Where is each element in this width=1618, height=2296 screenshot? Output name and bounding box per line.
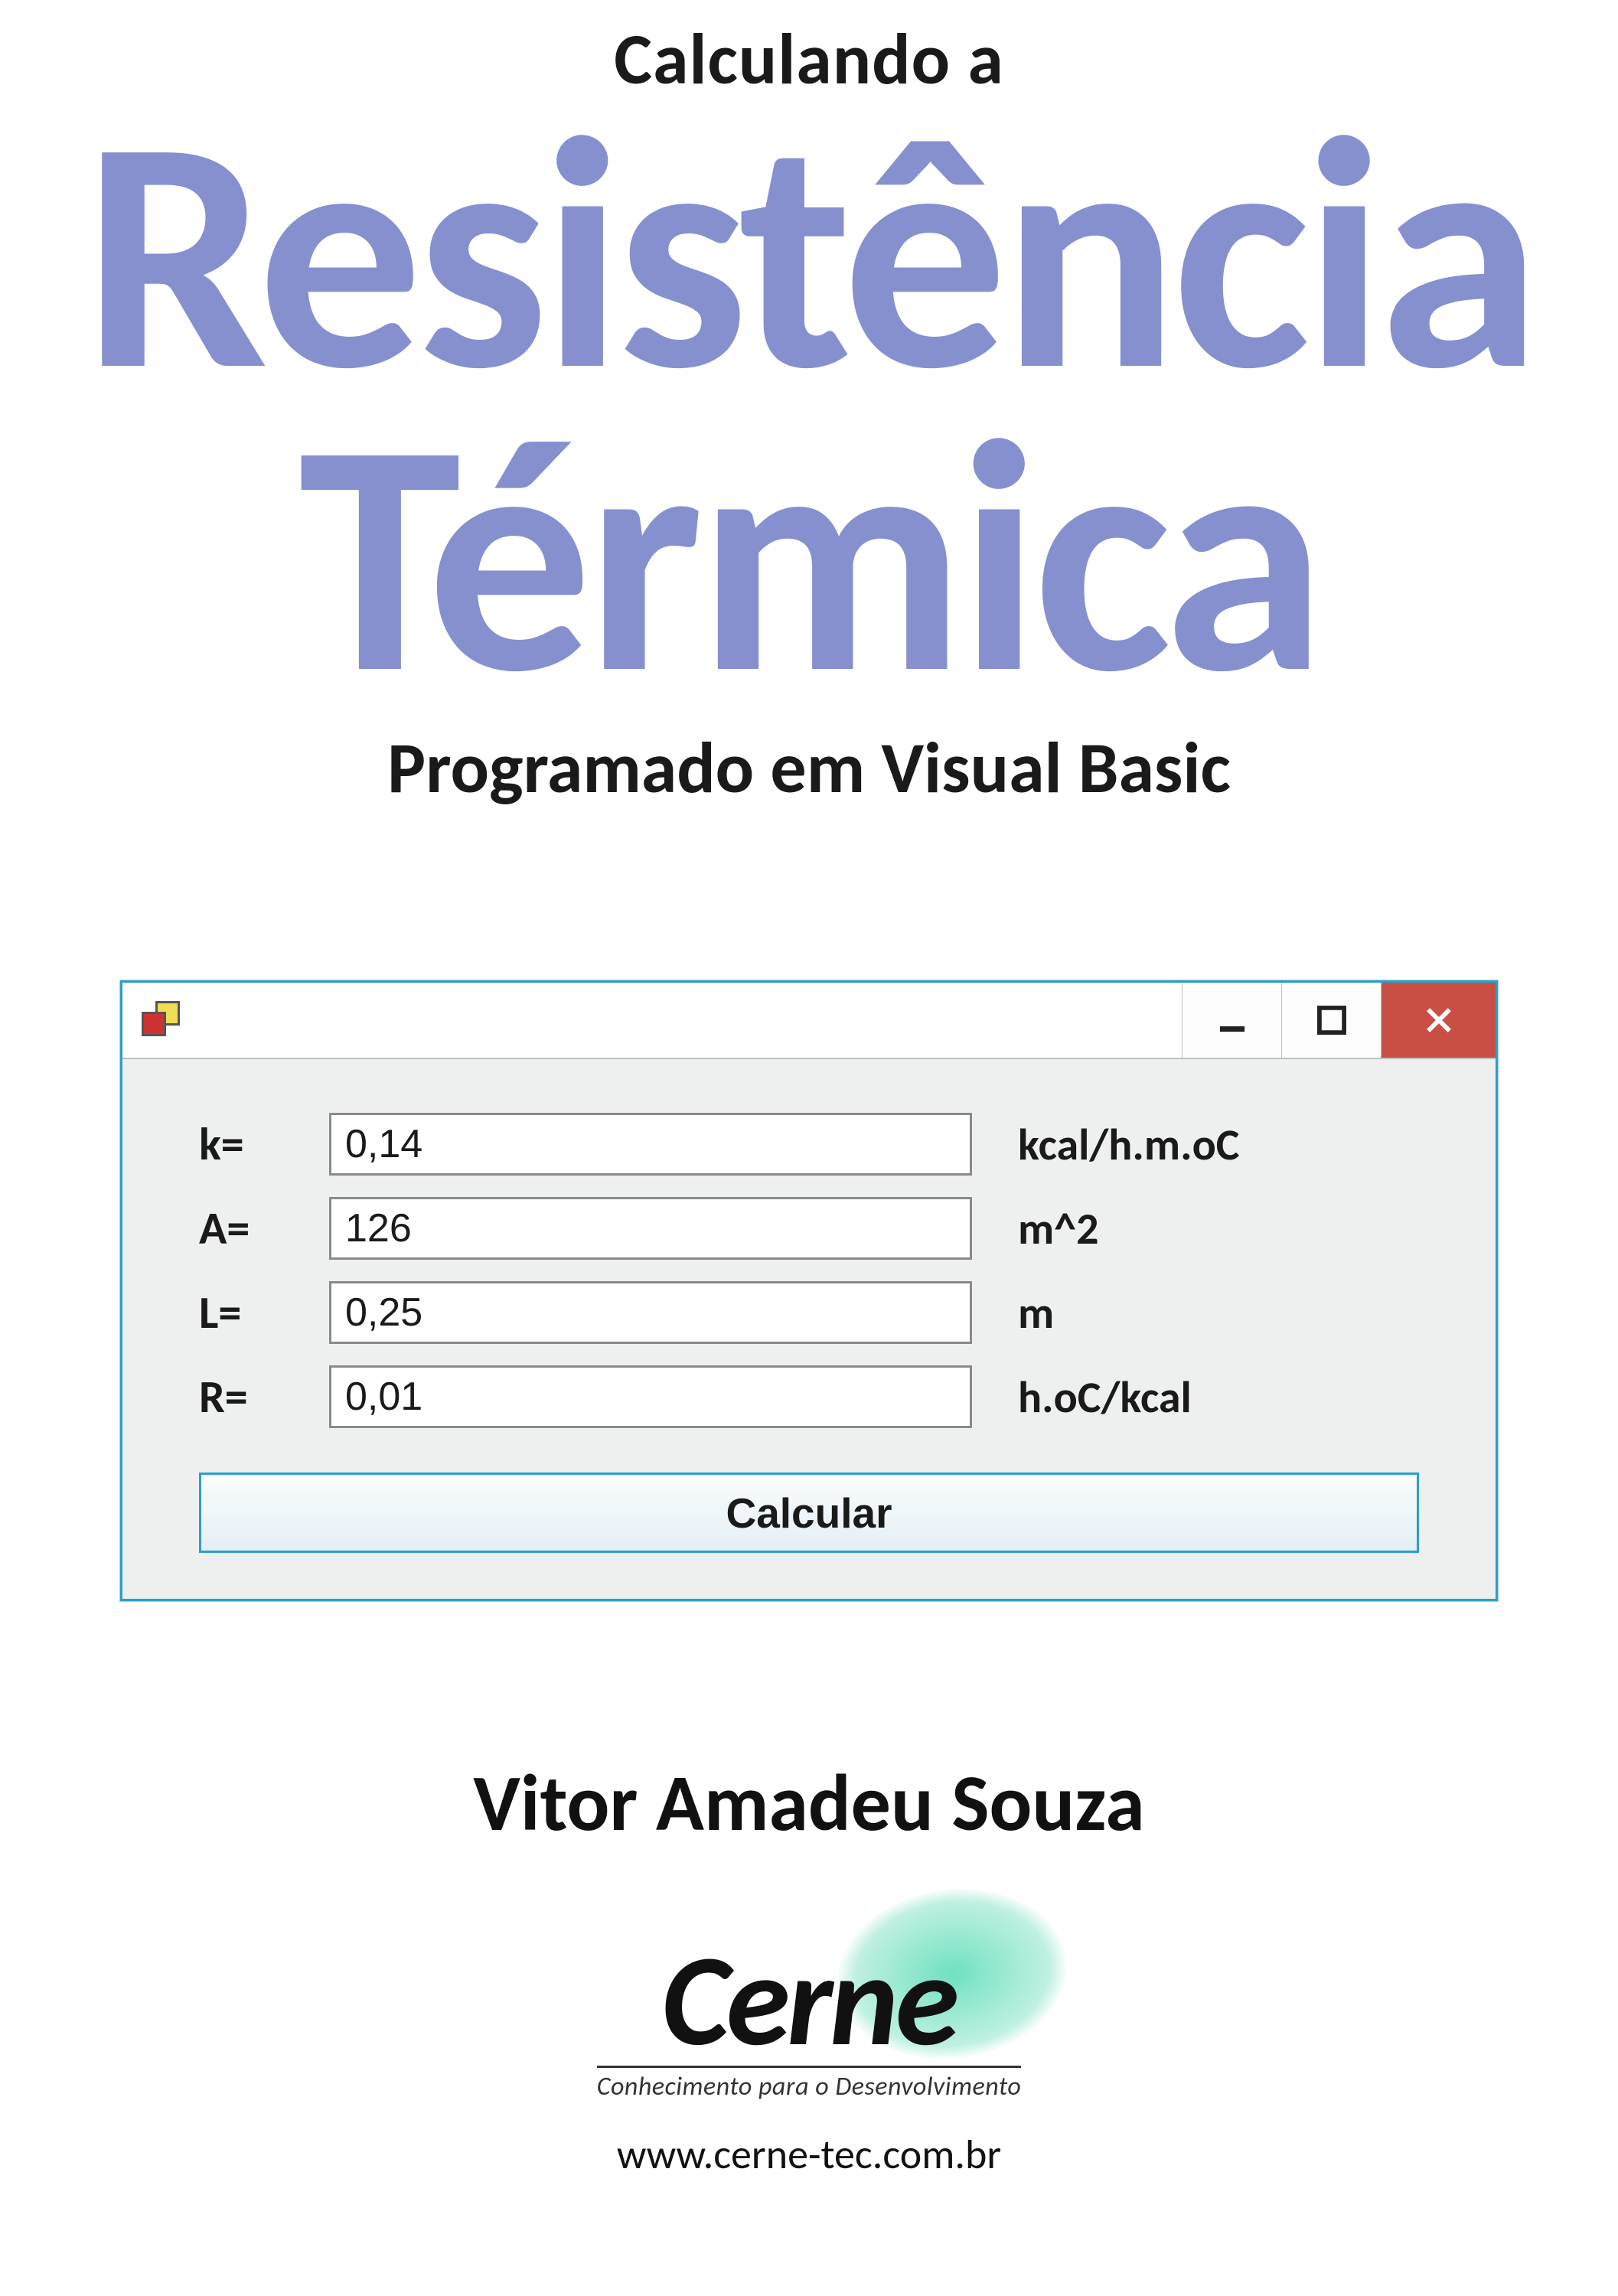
subtitle: Programado em Visual Basic [0, 724, 1618, 812]
close-icon [1421, 1003, 1457, 1038]
label-k: k= [199, 1117, 329, 1172]
input-r[interactable] [329, 1365, 972, 1428]
minimize-button[interactable] [1182, 983, 1281, 1058]
app-window: k= kcal/h.m.oC A= m^2 L= m R= h.oC/kcal … [120, 980, 1498, 1601]
calculate-button[interactable]: Calcular [199, 1473, 1419, 1553]
logo-url: www.cerne-tec.com.br [0, 2129, 1618, 2180]
unit-r: h.oC/kcal [1018, 1370, 1192, 1424]
logo-text: Cerne [662, 1920, 957, 2079]
field-row-a: A= m^2 [199, 1197, 1419, 1260]
publisher-logo: Cerne Conhecimento para o Desenvolviment… [0, 1913, 1618, 2180]
field-row-r: R= h.oC/kcal [199, 1365, 1419, 1428]
app-icon [142, 1001, 180, 1039]
label-l: L= [199, 1285, 329, 1341]
logo-tagline: Conhecimento para o Desenvolvimento [597, 2066, 1022, 2102]
titlebar[interactable] [122, 983, 1496, 1059]
close-button[interactable] [1381, 983, 1496, 1058]
maximize-button[interactable] [1281, 983, 1381, 1058]
unit-a: m^2 [1018, 1202, 1098, 1256]
unit-k: kcal/h.m.oC [1018, 1117, 1239, 1172]
input-a[interactable] [329, 1197, 972, 1260]
input-k[interactable] [329, 1113, 972, 1176]
field-row-k: k= kcal/h.m.oC [199, 1113, 1419, 1176]
label-a: A= [199, 1201, 329, 1257]
field-row-l: L= m [199, 1281, 1419, 1344]
unit-l: m [1018, 1286, 1054, 1340]
input-l[interactable] [329, 1281, 972, 1344]
label-r: R= [199, 1369, 329, 1425]
minimize-icon [1215, 1003, 1250, 1038]
author-name: Vitor Amadeu Souza [0, 1754, 1618, 1851]
form-body: k= kcal/h.m.oC A= m^2 L= m R= h.oC/kcal … [122, 1059, 1496, 1599]
maximize-icon [1314, 1003, 1349, 1038]
